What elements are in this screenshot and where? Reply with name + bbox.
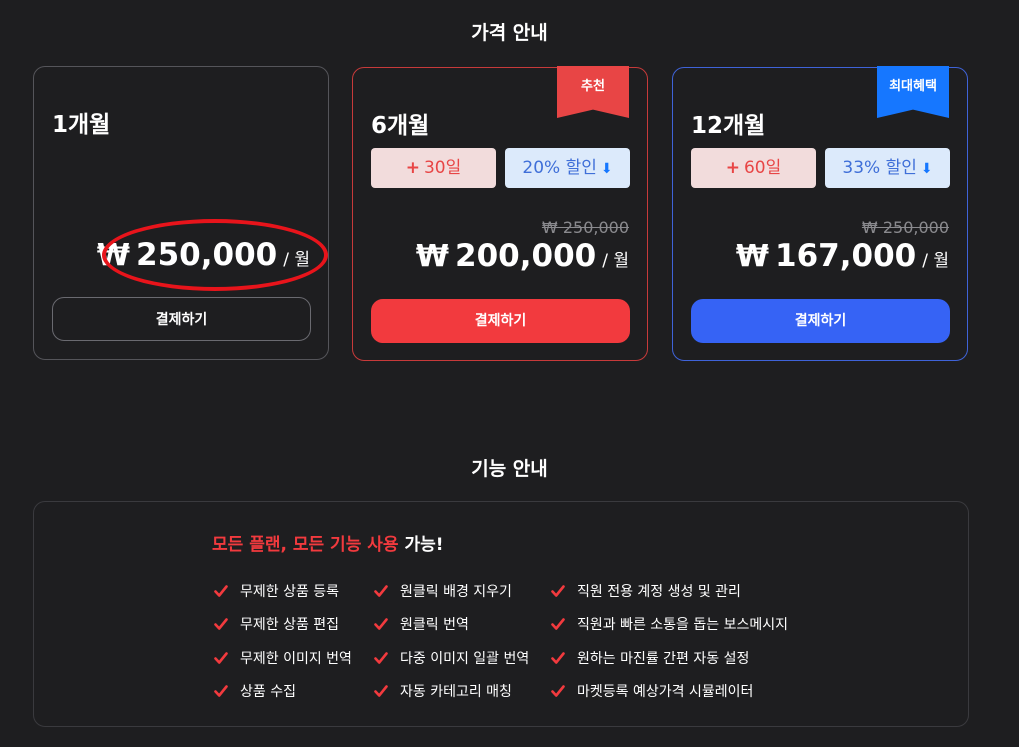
bonus-days-badge: +60일 — [691, 148, 816, 188]
price: ₩ 167,000 / 월 — [736, 238, 949, 274]
check-icon — [551, 651, 565, 664]
feature-label: 무제한 이미지 번역 — [240, 650, 352, 667]
plan-name: 6개월 — [371, 113, 430, 139]
currency-symbol: ₩ — [735, 239, 770, 274]
feature-column-2: 원클릭 배경 지우기 원클릭 번역 다중 이미지 일괄 번역 자동 카테고리 매… — [374, 574, 529, 708]
check-icon — [374, 651, 388, 664]
feature-item: 자동 카테고리 매칭 — [374, 675, 529, 709]
check-icon — [214, 584, 228, 597]
feature-label: 원클릭 배경 지우기 — [400, 583, 512, 600]
discount-text: 33% 할인 — [842, 158, 917, 178]
currency-symbol: ₩ — [415, 239, 450, 274]
feature-label: 자동 카테고리 매칭 — [400, 684, 512, 701]
check-icon — [214, 618, 228, 631]
plan-card-1-month: 1개월 ₩ 250,000 / 월 결제하기 — [33, 66, 329, 360]
feature-item: 마켓등록 예상가격 시뮬레이터 — [551, 675, 788, 709]
features-headline-rest: 가능! — [398, 535, 444, 555]
check-icon — [551, 618, 565, 631]
bonus-days-text: 60일 — [743, 158, 782, 178]
bonus-days-badge: +30일 — [371, 148, 496, 188]
discount-badge: 20% 할인 ⬇ — [505, 148, 630, 188]
feature-item: 무제한 상품 등록 — [214, 574, 352, 608]
check-icon — [214, 685, 228, 698]
check-icon — [551, 584, 565, 597]
pay-button[interactable]: 결제하기 — [371, 299, 630, 343]
plan-card-6-months: 추천 6개월 +30일 20% 할인 ⬇ ₩ 250,000 ₩ 200,000 … — [352, 66, 648, 361]
features-title: 기능 안내 — [471, 458, 548, 480]
feature-label: 다중 이미지 일괄 번역 — [400, 650, 530, 667]
price-amount: 200,000 — [455, 238, 597, 274]
recommend-ribbon: 추천 — [557, 66, 629, 118]
feature-label: 원하는 마진률 간편 자동 설정 — [577, 650, 750, 667]
check-icon — [374, 584, 388, 597]
feature-item: 다중 이미지 일괄 번역 — [374, 641, 529, 675]
price-period: / 월 — [283, 250, 310, 270]
feature-label: 무제한 상품 편집 — [240, 617, 340, 634]
feature-label: 상품 수집 — [240, 684, 296, 701]
price-period: / 월 — [922, 251, 949, 271]
arrow-down-icon: ⬇ — [920, 161, 933, 177]
feature-item: 상품 수집 — [214, 675, 352, 709]
feature-label: 마켓등록 예상가격 시뮬레이터 — [577, 684, 754, 701]
pay-button[interactable]: 결제하기 — [52, 297, 311, 341]
plus-icon: + — [405, 158, 420, 178]
feature-label: 무제한 상품 등록 — [240, 583, 340, 600]
price-amount: 167,000 — [775, 238, 917, 274]
plan-name: 12개월 — [691, 113, 766, 139]
feature-label: 원클릭 번역 — [400, 617, 469, 634]
price-amount: 250,000 — [136, 237, 278, 273]
original-price: ₩ 250,000 — [861, 218, 949, 237]
price: ₩ 250,000 / 월 — [97, 237, 310, 273]
check-icon — [374, 685, 388, 698]
pricing-title: 가격 안내 — [471, 22, 548, 44]
feature-item: 원클릭 배경 지우기 — [374, 574, 529, 608]
check-icon — [551, 685, 565, 698]
check-icon — [374, 618, 388, 631]
best-value-ribbon: 최대혜택 — [877, 66, 949, 118]
pay-button[interactable]: 결제하기 — [691, 299, 950, 343]
feature-column-1: 무제한 상품 등록 무제한 상품 편집 무제한 이미지 번역 상품 수집 — [214, 574, 352, 708]
discount-badge: 33% 할인 ⬇ — [825, 148, 950, 188]
check-icon — [214, 651, 228, 664]
plan-name: 1개월 — [52, 112, 111, 138]
bonus-days-text: 30일 — [423, 158, 462, 178]
feature-item: 원하는 마진률 간편 자동 설정 — [551, 641, 788, 675]
feature-label: 직원과 빠른 소통을 돕는 보스메시지 — [577, 617, 788, 634]
price: ₩ 200,000 / 월 — [416, 238, 629, 274]
plan-card-12-months: 최대혜택 12개월 +60일 33% 할인 ⬇ ₩ 250,000 ₩ 167,0… — [672, 66, 968, 361]
features-headline: 모든 플랜, 모든 기능 사용 가능! — [212, 530, 444, 555]
original-price: ₩ 250,000 — [541, 218, 629, 237]
feature-label: 직원 전용 계정 생성 및 관리 — [577, 583, 741, 600]
feature-item: 무제한 상품 편집 — [214, 608, 352, 642]
features-headline-highlight: 모든 플랜, 모든 기능 사용 — [212, 535, 399, 555]
feature-item: 원클릭 번역 — [374, 608, 529, 642]
arrow-down-icon: ⬇ — [600, 161, 613, 177]
plus-icon: + — [725, 158, 740, 178]
feature-column-3: 직원 전용 계정 생성 및 관리 직원과 빠른 소통을 돕는 보스메시지 원하는… — [551, 574, 788, 708]
feature-item: 무제한 이미지 번역 — [214, 641, 352, 675]
feature-item: 직원 전용 계정 생성 및 관리 — [551, 574, 788, 608]
currency-symbol: ₩ — [96, 238, 131, 273]
price-period: / 월 — [602, 251, 629, 271]
feature-item: 직원과 빠른 소통을 돕는 보스메시지 — [551, 608, 788, 642]
discount-text: 20% 할인 — [522, 158, 597, 178]
features-box: 모든 플랜, 모든 기능 사용 가능! 무제한 상품 등록 무제한 상품 편집 … — [33, 501, 969, 727]
